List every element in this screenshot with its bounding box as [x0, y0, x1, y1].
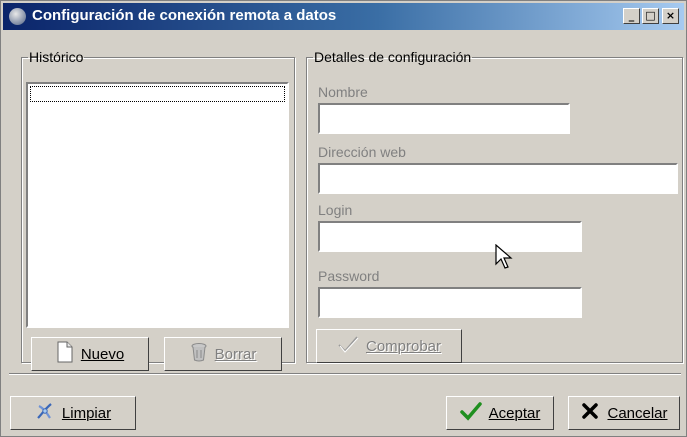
window-title: Configuración de conexión remota a datos: [32, 7, 337, 24]
accept-button-label: Aceptar: [488, 404, 541, 422]
web-address-field[interactable]: [318, 163, 678, 194]
delete-button[interactable]: Borrar: [164, 337, 282, 371]
password-field[interactable]: [318, 287, 582, 318]
clear-button-label: Limpiar: [61, 404, 112, 422]
cancel-button-label: Cancelar: [607, 404, 668, 422]
trash-icon: [190, 342, 208, 366]
broom-icon: [35, 401, 55, 425]
history-list[interactable]: [26, 82, 289, 328]
history-group: Histórico Nuevo Borrar: [21, 49, 295, 371]
web-address-label: Dirección web: [318, 144, 406, 160]
app-icon[interactable]: [9, 8, 26, 25]
new-button-label: Nuevo: [80, 345, 125, 363]
mouse-pointer-icon: [495, 243, 513, 273]
name-field[interactable]: [318, 103, 570, 134]
x-icon: [580, 401, 600, 425]
maximize-button[interactable]: □: [642, 8, 659, 24]
details-group: Detalles de configuración Nombre Direcci…: [306, 49, 683, 363]
login-label: Login: [318, 202, 353, 218]
cancel-button[interactable]: Cancelar: [568, 396, 680, 430]
check-button[interactable]: Comprobar: [316, 329, 462, 363]
dialog-window: Configuración de conexión remota a datos…: [0, 0, 687, 437]
list-focus-row[interactable]: [30, 86, 285, 102]
clear-button[interactable]: Limpiar: [10, 396, 136, 430]
title-bar[interactable]: Configuración de conexión remota a datos…: [3, 3, 684, 30]
name-label: Nombre: [318, 84, 368, 100]
login-field[interactable]: [318, 221, 582, 252]
check-icon: [337, 335, 359, 357]
footer-separator: [9, 373, 681, 375]
check-button-label: Comprobar: [365, 337, 442, 355]
details-legend: Detalles de configuración: [314, 49, 472, 65]
close-button[interactable]: ×: [662, 8, 679, 24]
new-button[interactable]: Nuevo: [31, 337, 149, 371]
password-label: Password: [318, 268, 380, 284]
accept-button[interactable]: Aceptar: [446, 396, 554, 430]
document-icon: [56, 341, 74, 367]
delete-button-label: Borrar: [214, 345, 257, 363]
green-check-icon: [459, 401, 482, 425]
minimize-button[interactable]: _: [623, 8, 640, 24]
history-legend: Histórico: [29, 49, 84, 65]
